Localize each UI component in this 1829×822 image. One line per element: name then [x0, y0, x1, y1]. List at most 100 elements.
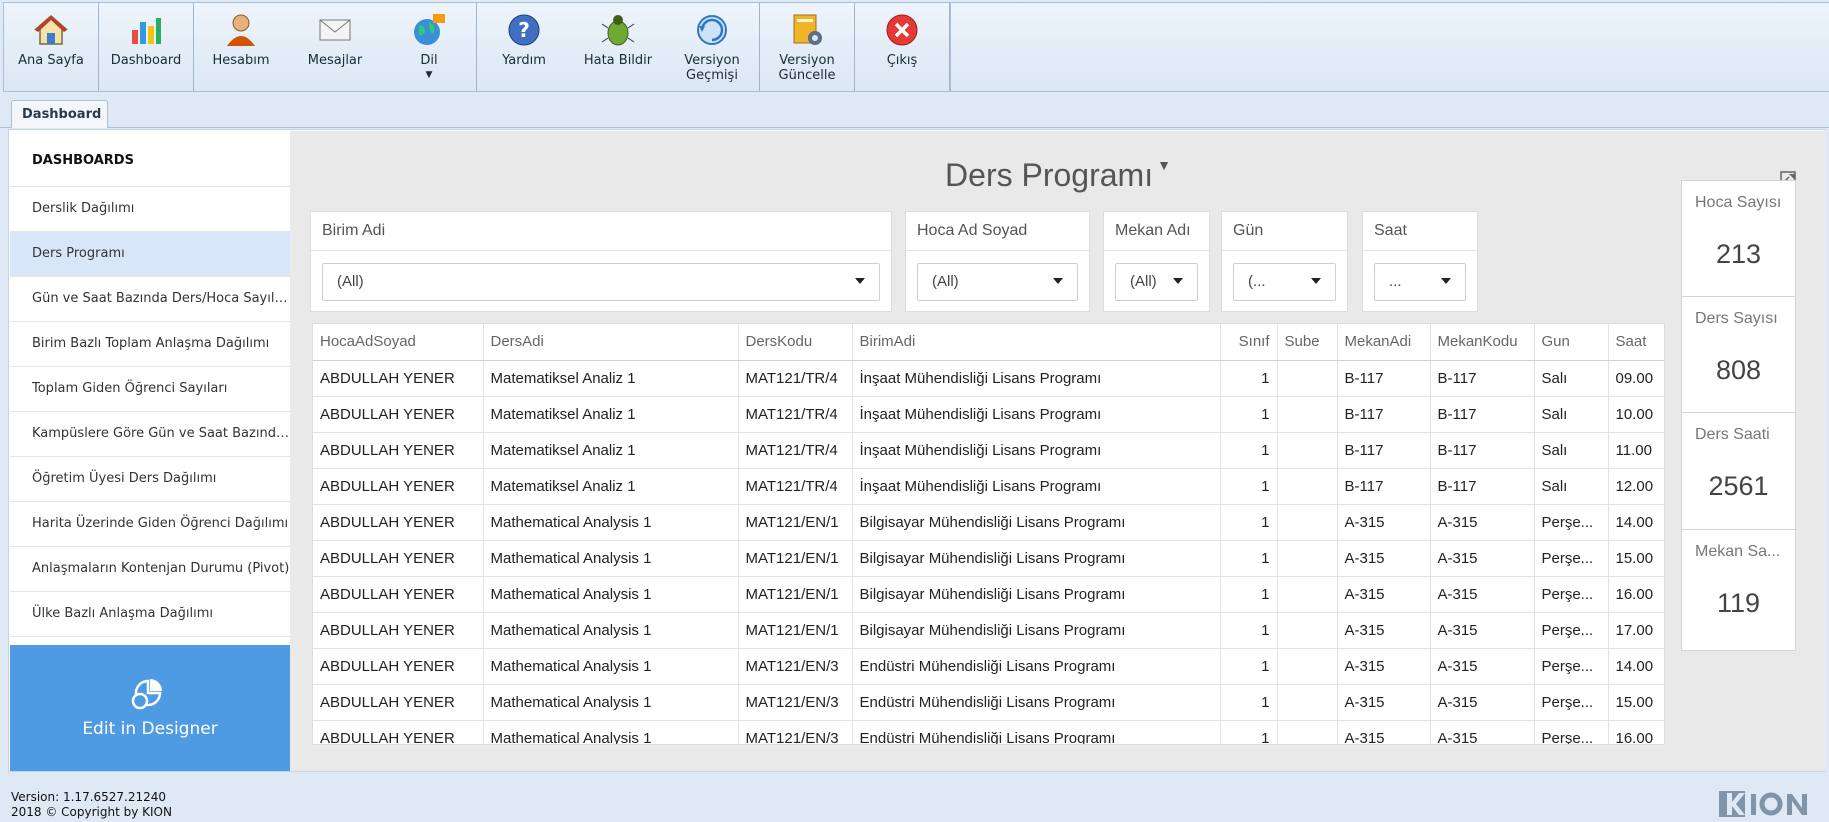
table-row[interactable]: ABDULLAH YENER Mathematical Analysis 1 MAT…: [313, 720, 1664, 744]
filter-select[interactable]: (All): [917, 263, 1078, 301]
exit-label: Çıkış: [886, 53, 918, 68]
table-cell: Bilgisayar Mühendisliği Lisans Programı: [852, 540, 1221, 577]
table-cell: [1277, 468, 1338, 505]
table-cell: Perşe...: [1534, 504, 1609, 541]
filter-birim-adi: Birim Adi (All): [310, 211, 892, 312]
column-header[interactable]: Sınıf: [1220, 324, 1278, 361]
table-row[interactable]: ABDULLAH YENER Matematiksel Analiz 1 MAT12…: [313, 360, 1664, 397]
main-toolbar: Ana Sayfa Dashboard Hesabım Mesajlar Dil…: [3, 2, 951, 92]
table-cell: [1277, 432, 1338, 469]
filter-select[interactable]: (All): [1115, 263, 1198, 301]
column-header[interactable]: DersAdi: [483, 324, 739, 361]
schedule-grid: HocaAdSoyad DersAdi DersKodu BirimAdi Sı…: [312, 323, 1665, 745]
table-row[interactable]: ABDULLAH YENER Mathematical Analysis 1 MAT…: [313, 504, 1664, 541]
table-cell: MAT121/TR/4: [738, 468, 853, 505]
table-cell: MAT121/TR/4: [738, 396, 853, 433]
sidebar-item-birim-anlasma[interactable]: Birim Bazlı Toplam Anlaşma Dağılımı: [10, 322, 290, 367]
close-icon: [883, 11, 921, 49]
sidebar-item-ders-programi[interactable]: Ders Programı: [10, 232, 290, 277]
table-cell: Matematiksel Analiz 1: [483, 396, 739, 433]
filter-value: (...: [1248, 273, 1266, 290]
table-cell: [1277, 720, 1338, 744]
table-row[interactable]: ABDULLAH YENER Mathematical Analysis 1 MAT…: [313, 576, 1664, 613]
table-cell: B-117: [1430, 432, 1535, 469]
kpi-label: Ders Sayısı: [1695, 310, 1778, 327]
exit-button[interactable]: Çıkış: [855, 3, 949, 91]
filter-icon[interactable]: ▼: [1157, 157, 1171, 173]
toolbar-group-dashboard: Dashboard: [99, 3, 194, 91]
table-cell: MAT121/EN/1: [738, 540, 853, 577]
dashboards-sidebar: DASHBOARDS Derslik Dağılımı Ders Program…: [10, 131, 290, 771]
table-cell: Mathematical Analysis 1: [483, 684, 739, 721]
sidebar-item-kontenjan-pivot[interactable]: Anlaşmaların Kontenjan Durumu (Pivot): [10, 547, 290, 592]
column-header[interactable]: Saat: [1608, 324, 1664, 361]
toolbar-group-user: Hesabım Mesajlar Dil ▼: [194, 3, 477, 91]
table-row[interactable]: ABDULLAH YENER Matematiksel Analiz 1 MAT12…: [313, 432, 1664, 469]
filter-divider: [1222, 250, 1347, 251]
table-row[interactable]: ABDULLAH YENER Mathematical Analysis 1 MAT…: [313, 612, 1664, 649]
table-row[interactable]: ABDULLAH YENER Mathematical Analysis 1 MAT…: [313, 648, 1664, 685]
column-header[interactable]: MekanKodu: [1430, 324, 1535, 361]
version-update-button[interactable]: Versiyon Güncelle: [760, 3, 854, 91]
filter-select[interactable]: ...: [1374, 263, 1466, 301]
filter-select[interactable]: (...: [1233, 263, 1336, 301]
table-cell: Perşe...: [1534, 720, 1609, 744]
table-cell: 1: [1220, 360, 1278, 397]
table-row[interactable]: ABDULLAH YENER Mathematical Analysis 1 MAT…: [313, 540, 1664, 577]
edit-in-designer-button[interactable]: Edit in Designer: [10, 645, 290, 771]
help-button[interactable]: ? Yardım: [477, 3, 571, 91]
sidebar-item-giden-ogrenci[interactable]: Toplam Giden Öğrenci Sayıları: [10, 367, 290, 412]
table-cell: İnşaat Mühendisliği Lisans Programı: [852, 468, 1221, 505]
table-cell: A-315: [1337, 684, 1431, 721]
table-row[interactable]: ABDULLAH YENER Matematiksel Analiz 1 MAT12…: [313, 396, 1664, 433]
sidebar-item-harita-giden-ogrenci[interactable]: Harita Üzerinde Giden Öğrenci Dağılımı: [10, 502, 290, 547]
table-row[interactable]: ABDULLAH YENER Matematiksel Analiz 1 MAT12…: [313, 468, 1664, 505]
kpi-label: Hoca Sayısı: [1695, 194, 1782, 211]
sidebar-item-gun-saat-ders-hoca[interactable]: Gün ve Saat Bazında Ders/Hoca Sayıları: [10, 277, 290, 322]
column-header[interactable]: Sube: [1277, 324, 1338, 361]
table-cell: [1277, 360, 1338, 397]
table-cell: 15.00: [1608, 684, 1664, 721]
table-cell: Salı: [1534, 360, 1609, 397]
column-header[interactable]: BirimAdi: [852, 324, 1221, 361]
table-cell: A-315: [1337, 648, 1431, 685]
messages-label: Mesajlar: [307, 53, 363, 68]
table-cell: MAT121/EN/1: [738, 504, 853, 541]
table-cell: B-117: [1430, 360, 1535, 397]
filter-value: ...: [1389, 273, 1402, 290]
table-cell: Bilgisayar Mühendisliği Lisans Programı: [852, 576, 1221, 613]
table-cell: 1: [1220, 576, 1278, 613]
version-history-label-2: Geçmişi: [686, 68, 738, 83]
tab-dashboard[interactable]: Dashboard: [11, 100, 108, 128]
column-header[interactable]: DersKodu: [738, 324, 853, 361]
version-history-button[interactable]: Versiyon Geçmişi: [665, 3, 759, 91]
language-button[interactable]: Dil ▼: [382, 3, 476, 91]
report-bug-button[interactable]: Hata Bildir: [571, 3, 665, 91]
column-header[interactable]: MekanAdi: [1337, 324, 1431, 361]
question-icon: ?: [505, 11, 543, 49]
filter-select[interactable]: (All): [322, 263, 880, 301]
footer: Version: 1.17.6527.21240 2018 © Copyrigh…: [11, 790, 172, 820]
sidebar-item-ogretim-uyesi[interactable]: Öğretim Üyesi Ders Dağılımı: [10, 457, 290, 502]
table-cell: Mathematical Analysis 1: [483, 648, 739, 685]
sidebar-item-derslik-dagilimi[interactable]: Derslik Dağılımı: [10, 187, 290, 232]
home-button[interactable]: Ana Sayfa: [4, 3, 98, 91]
account-button[interactable]: Hesabım: [194, 3, 288, 91]
filter-divider: [1363, 250, 1477, 251]
table-cell: ABDULLAH YENER: [313, 612, 484, 649]
dashboard-button[interactable]: Dashboard: [99, 3, 193, 91]
column-header[interactable]: Gun: [1534, 324, 1609, 361]
table-cell: ABDULLAH YENER: [313, 540, 484, 577]
filter-hoca-ad-soyad: Hoca Ad Soyad (All): [905, 211, 1090, 312]
sidebar-item-kampus-gun-saat[interactable]: Kampüslere Göre Gün ve Saat Bazında Ders…: [10, 412, 290, 457]
table-cell: A-315: [1337, 612, 1431, 649]
sidebar-header: DASHBOARDS: [10, 131, 290, 187]
table-cell: 10.00: [1608, 396, 1664, 433]
language-label: Dil: [420, 53, 438, 68]
table-row[interactable]: ABDULLAH YENER Mathematical Analysis 1 MAT…: [313, 684, 1664, 721]
filter-label: Mekan Adı: [1115, 222, 1191, 239]
table-cell: A-315: [1430, 540, 1535, 577]
column-header[interactable]: HocaAdSoyad: [313, 324, 484, 361]
messages-button[interactable]: Mesajlar: [288, 3, 382, 91]
sidebar-item-ulke-anlasma[interactable]: Ülke Bazlı Anlaşma Dağılımı: [10, 592, 290, 637]
